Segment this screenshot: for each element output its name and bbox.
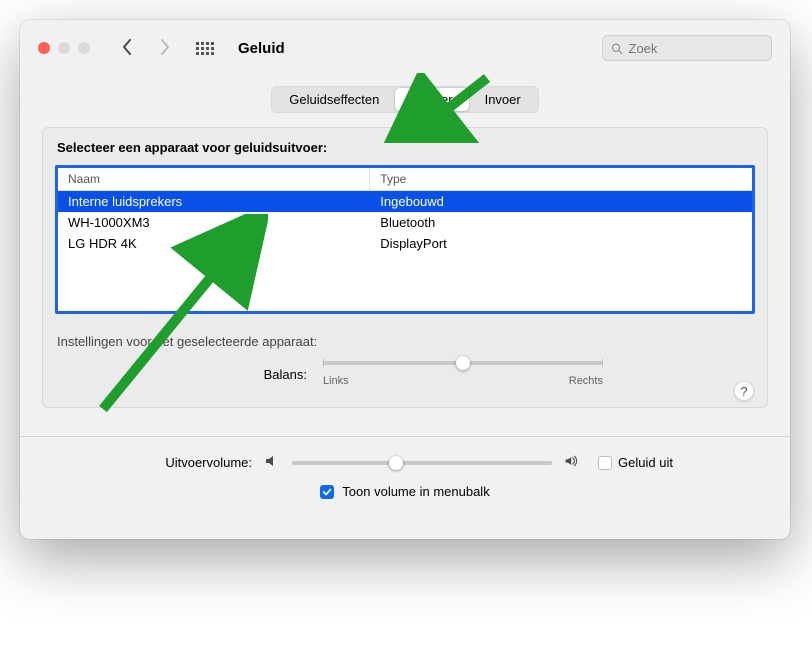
tab-sound-effects[interactable]: Geluidseffecten [273,88,395,111]
zoom-window-button[interactable] [78,42,90,54]
table-row[interactable]: LG HDR 4K DisplayPort [58,233,752,254]
divider [20,436,790,437]
help-button[interactable]: ? [734,381,754,401]
show-in-menubar-checkbox[interactable] [320,485,334,499]
titlebar: Geluid [20,20,790,76]
device-name: WH-1000XM3 [58,212,370,233]
minimize-window-button[interactable] [58,42,70,54]
output-panel: Selecteer een apparaat voor geluidsuitvo… [42,127,768,408]
search-input[interactable] [629,41,764,56]
volume-high-icon [564,453,580,472]
device-name: Interne luidsprekers [58,191,370,212]
balance-label: Balans: [207,367,307,382]
balance-left-label: Links [323,375,349,387]
forward-button[interactable] [158,39,172,58]
back-button[interactable] [120,39,134,58]
mute-checkbox[interactable] [598,456,612,470]
close-window-button[interactable] [38,42,50,54]
tab-output[interactable]: Uitvoer [395,88,468,111]
device-name: LG HDR 4K [58,233,370,254]
search-field[interactable] [602,35,772,61]
device-table: Naam Type Interne luidsprekers Ingebouwd… [55,165,755,314]
device-type: Ingebouwd [370,191,752,212]
table-row[interactable]: Interne luidsprekers Ingebouwd [58,191,752,212]
output-volume-slider[interactable] [292,461,552,465]
table-row[interactable]: WH-1000XM3 Bluetooth [58,212,752,233]
device-type: Bluetooth [370,212,752,233]
column-header-type[interactable]: Type [370,168,752,190]
all-prefs-grid-button[interactable] [196,42,214,55]
volume-low-icon [264,453,280,472]
device-type: DisplayPort [370,233,752,254]
window-title: Geluid [238,40,285,57]
settings-for-device-label: Instellingen voor het geselecteerde appa… [57,334,755,349]
mute-label: Geluid uit [618,455,673,470]
tab-input[interactable]: Invoer [469,88,537,111]
balance-right-label: Rechts [569,375,603,387]
balance-slider[interactable] [323,361,603,365]
tabs-segmented-control: Geluidseffecten Uitvoer Invoer [271,86,538,113]
search-icon [611,42,623,55]
show-in-menubar-label: Toon volume in menubalk [342,484,489,499]
select-device-label: Selecteer een apparaat voor geluidsuitvo… [57,140,755,155]
window-controls [38,42,90,54]
output-volume-label: Uitvoervolume: [137,455,252,470]
column-header-name[interactable]: Naam [58,168,370,190]
